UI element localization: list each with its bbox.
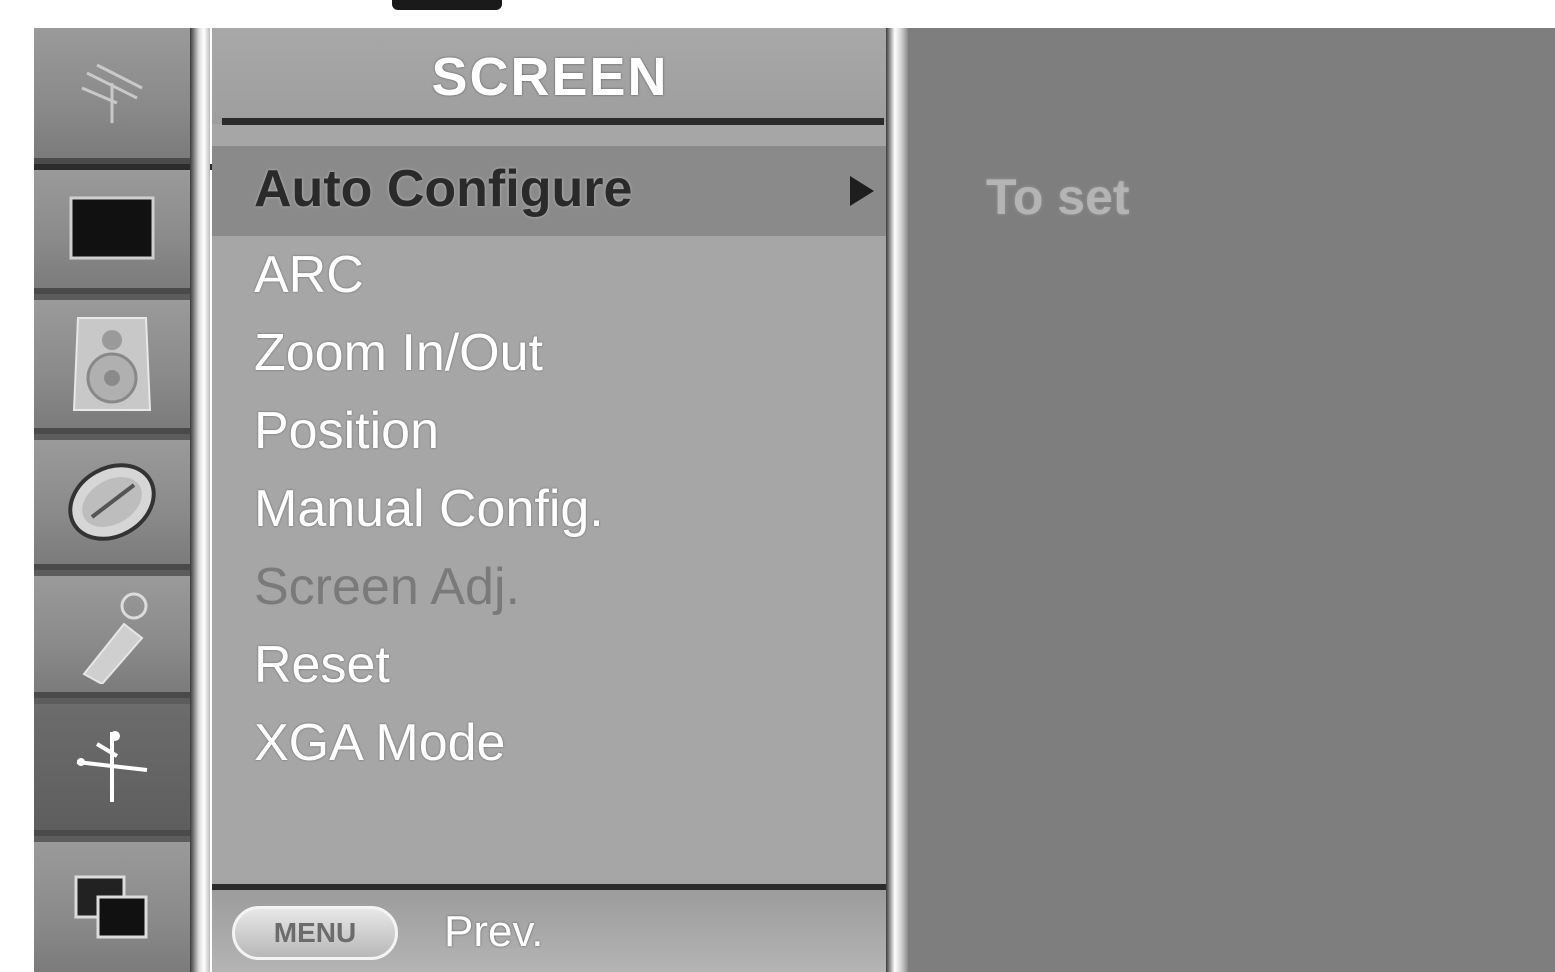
menu-item-label: Reset bbox=[254, 636, 390, 694]
help-text: To set bbox=[986, 169, 1130, 225]
menu-item-label: Zoom In/Out bbox=[254, 324, 543, 382]
menu-header: SCREEN bbox=[212, 28, 888, 125]
submenu-arrow-icon bbox=[850, 176, 874, 206]
menu-footer: MENU Prev. bbox=[212, 890, 888, 972]
prev-label: Prev. bbox=[444, 907, 544, 956]
menu-item-label: ARC bbox=[254, 246, 364, 304]
menu-item-reset[interactable]: Reset bbox=[212, 626, 888, 704]
menu-list: Auto Configure ARC Zoom In/Out Position … bbox=[212, 146, 888, 782]
sidebar-item-station[interactable] bbox=[34, 28, 190, 164]
picture-icon bbox=[67, 194, 157, 264]
sidebar-item-special[interactable] bbox=[34, 576, 190, 698]
top-band bbox=[0, 0, 1555, 30]
category-sidebar bbox=[34, 28, 224, 972]
screen-icon bbox=[67, 722, 157, 812]
menu-item-auto-configure[interactable]: Auto Configure bbox=[212, 146, 888, 236]
menu-item-arc[interactable]: ARC bbox=[212, 236, 888, 314]
antenna-icon bbox=[67, 53, 157, 133]
menu-item-xga-mode[interactable]: XGA Mode bbox=[212, 704, 888, 782]
sidebar-item-screen[interactable] bbox=[34, 704, 190, 836]
cropped-heading-fragment bbox=[392, 0, 502, 10]
pip-icon bbox=[72, 871, 152, 943]
menu-item-label: Screen Adj. bbox=[254, 558, 520, 616]
info-panel: To set bbox=[908, 28, 1555, 972]
sidebar-edge bbox=[190, 28, 210, 972]
menu-item-manual-config[interactable]: Manual Config. bbox=[212, 470, 888, 548]
sidebar-item-pip[interactable] bbox=[34, 842, 190, 972]
menu-item-label: Manual Config. bbox=[254, 480, 604, 538]
speaker-icon bbox=[70, 312, 154, 416]
screen-menu-panel: SCREEN Auto Configure ARC Zoom In/Out Po… bbox=[212, 28, 888, 972]
menu-title-divider bbox=[222, 118, 884, 125]
sidebar-item-picture[interactable] bbox=[34, 170, 190, 294]
special-icon bbox=[64, 584, 160, 684]
menu-item-position[interactable]: Position bbox=[212, 392, 888, 470]
menu-item-label: Auto Configure bbox=[254, 160, 633, 218]
panel-edge bbox=[886, 28, 908, 972]
menu-key-button[interactable]: MENU bbox=[232, 906, 398, 960]
time-icon bbox=[64, 457, 160, 547]
sidebar-item-time[interactable] bbox=[34, 440, 190, 570]
menu-item-label: Position bbox=[254, 402, 439, 460]
menu-item-label: XGA Mode bbox=[254, 714, 506, 772]
menu-item-screen-adj: Screen Adj. bbox=[212, 548, 888, 626]
menu-item-zoom[interactable]: Zoom In/Out bbox=[212, 314, 888, 392]
menu-title: SCREEN bbox=[431, 47, 669, 107]
osd-screen: SCREEN Auto Configure ARC Zoom In/Out Po… bbox=[0, 0, 1555, 972]
sidebar-item-sound[interactable] bbox=[34, 300, 190, 434]
